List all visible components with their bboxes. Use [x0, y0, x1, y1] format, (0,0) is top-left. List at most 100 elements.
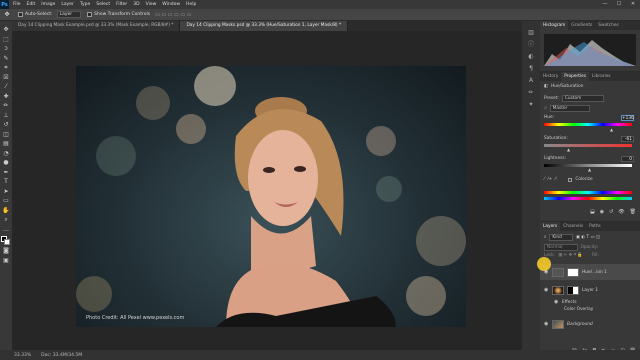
tab-gradients[interactable]: Gradients — [568, 21, 595, 30]
menu-layer[interactable]: Layer — [61, 2, 74, 7]
hue-value[interactable]: +136 — [621, 115, 634, 121]
shape-tool-icon[interactable]: ▭ — [3, 196, 9, 206]
document-canvas[interactable]: Photo Credit: All Pexel www.pexels.com — [76, 66, 466, 327]
brush-tool-icon[interactable]: ✏ — [3, 101, 8, 111]
auto-select-checkbox[interactable] — [18, 12, 23, 17]
tab-clipping-masks[interactable]: Day 14 Clipping Masks.psd @ 33.3% (Hue/S… — [180, 21, 349, 31]
eyedropper-tool-icon[interactable]: ⁄ — [5, 82, 6, 92]
gradient-tool-icon[interactable]: ▤ — [3, 139, 9, 149]
layer-name: Layer 1 — [582, 287, 599, 293]
menu-window[interactable]: Window — [162, 2, 180, 7]
blur-tool-icon[interactable]: ◔ — [3, 149, 8, 159]
maximize-button[interactable]: ☐ — [612, 0, 626, 9]
visibility-eye-icon[interactable]: ◉ — [544, 321, 549, 327]
hue-slider-thumb[interactable]: ▲ — [610, 127, 613, 132]
menu-select[interactable]: Select — [96, 2, 110, 7]
preset-dropdown[interactable]: Custom — [561, 95, 605, 102]
auto-select-dropdown[interactable]: Layer — [56, 11, 82, 18]
saturation-value[interactable]: -61 — [621, 136, 634, 142]
transform-controls-checkbox[interactable] — [87, 12, 93, 17]
menu-filter[interactable]: Filter — [116, 2, 127, 7]
histogram-panel-icon[interactable]: ▥ — [528, 27, 534, 39]
menu-file[interactable]: File — [13, 2, 21, 7]
visibility-eye-icon[interactable]: ◉ — [554, 299, 559, 305]
tab-swatches[interactable]: Swatches — [595, 21, 622, 30]
brush-panel-icon[interactable]: ✏ — [528, 87, 533, 99]
layer-row-hue-saturation[interactable]: ◉ Hue/...ion 1 — [540, 264, 640, 280]
color-swatches[interactable] — [1, 236, 11, 246]
lasso-tool-icon[interactable]: ↄ — [4, 44, 7, 54]
pen-tool-icon[interactable]: ✒ — [3, 168, 8, 178]
type-tool-icon[interactable]: T — [4, 177, 8, 187]
path-select-icon[interactable]: ➤ — [3, 187, 8, 197]
adjustments-panel-icon[interactable]: ◐ — [528, 51, 533, 63]
menu-help[interactable]: Help — [186, 2, 196, 7]
tab-paths[interactable]: Paths — [586, 222, 604, 231]
eyedropper-icon[interactable]: ⁄ — [544, 177, 545, 182]
hand-adjust-icon[interactable]: ☝ — [544, 106, 547, 111]
quick-mask-icon[interactable]: ◙ — [3, 246, 9, 256]
minimize-button[interactable]: — — [598, 0, 612, 9]
layer-effect-color-overlay[interactable]: Color Overlay — [540, 307, 640, 312]
visibility-eye-icon[interactable]: ◉ — [544, 287, 549, 293]
dodge-tool-icon[interactable]: ● — [3, 158, 8, 168]
info-panel-icon[interactable]: ⓘ — [528, 39, 534, 51]
lightness-slider-thumb[interactable]: ▲ — [588, 167, 591, 172]
reset-icon[interactable]: ↺ — [609, 209, 613, 215]
eraser-tool-icon[interactable]: ◫ — [3, 130, 9, 140]
background-color[interactable] — [4, 239, 10, 245]
more-tools-icon[interactable]: … — [3, 225, 9, 235]
menu-3d[interactable]: 3D — [133, 2, 139, 7]
layer-mask-thumb[interactable] — [567, 285, 579, 295]
menu-edit[interactable]: Edit — [27, 2, 36, 7]
history-brush-icon[interactable]: ↺ — [3, 120, 8, 130]
tab-clipping-mask-example[interactable]: Day 14 Clipping Mask Example.psd @ 33.3%… — [12, 21, 181, 31]
hand-tool-icon[interactable]: ✋ — [2, 206, 9, 216]
layer-row-background[interactable]: ◉ Background — [540, 316, 640, 332]
stamp-tool-icon[interactable]: ⊥ — [3, 111, 8, 121]
filter-icons[interactable]: ▣ ◐ T ▭ ◫ — [576, 235, 600, 240]
blend-mode-dropdown[interactable]: Normal — [544, 244, 578, 251]
healing-tool-icon[interactable]: ✚ — [3, 92, 8, 102]
tab-channels[interactable]: Channels — [560, 222, 586, 231]
screen-mode-icon[interactable]: ▣ — [3, 256, 9, 266]
layer-mask-thumb[interactable] — [567, 267, 579, 277]
character-panel-icon[interactable]: A — [529, 75, 533, 87]
tab-history[interactable]: History — [540, 72, 561, 81]
layer-row-layer-1[interactable]: ◉ Layer 1 — [540, 282, 640, 298]
menu-view[interactable]: View — [146, 2, 157, 7]
move-tool-icon[interactable]: ✥ — [3, 25, 8, 35]
saturation-slider-thumb[interactable]: ▲ — [567, 147, 570, 152]
menu-type[interactable]: Type — [80, 2, 90, 7]
layer-effects-row[interactable]: ◉ Effects — [540, 299, 640, 305]
crop-tool-icon[interactable]: ⌗ — [4, 63, 7, 73]
align-icons[interactable]: ▭ ▭ ▭ ▭ ▭ ▭ — [155, 12, 191, 18]
paragraph-panel-icon[interactable]: ¶ — [529, 63, 533, 75]
styles-panel-icon[interactable]: ✦ — [528, 99, 533, 111]
tab-layers[interactable]: Layers — [540, 222, 561, 231]
eyedropper-plus-icon[interactable]: ⁄+ — [548, 177, 552, 182]
tab-properties[interactable]: Properties — [561, 72, 590, 81]
menu-image[interactable]: Image — [41, 2, 55, 7]
zoom-level[interactable]: 33.33% — [14, 353, 31, 358]
hue-slider[interactable] — [544, 123, 632, 126]
filter-search-icon[interactable]: ⌕ — [544, 235, 546, 240]
marquee-tool-icon[interactable]: ⬚ — [3, 35, 9, 45]
eyedropper-minus-icon[interactable]: ⁄- — [555, 177, 557, 182]
visibility-icon[interactable]: 👁 — [618, 209, 624, 215]
frame-tool-icon[interactable]: ☒ — [3, 73, 8, 83]
channel-dropdown[interactable]: Master — [549, 105, 591, 112]
tab-libraries[interactable]: Libraries — [589, 72, 614, 81]
move-tool-icon[interactable]: ✥ — [2, 10, 12, 19]
view-previous-icon[interactable]: ◉ — [600, 209, 604, 215]
tab-histogram[interactable]: Histogram — [540, 21, 569, 30]
lightness-value[interactable]: 0 — [621, 156, 634, 162]
kind-dropdown[interactable]: Kind — [549, 234, 573, 241]
zoom-tool-icon[interactable]: ⌕ — [4, 215, 7, 225]
delete-icon[interactable]: 🗑 — [630, 209, 636, 215]
lock-icons[interactable]: ▦ ✏ ✥ ⌗ 🔒 — [558, 253, 583, 258]
close-button[interactable]: ✕ — [626, 0, 640, 9]
quick-select-tool-icon[interactable]: ✎ — [3, 54, 8, 64]
colorize-checkbox[interactable] — [568, 177, 573, 182]
clip-to-layer-icon[interactable]: ⬓ — [590, 209, 595, 215]
